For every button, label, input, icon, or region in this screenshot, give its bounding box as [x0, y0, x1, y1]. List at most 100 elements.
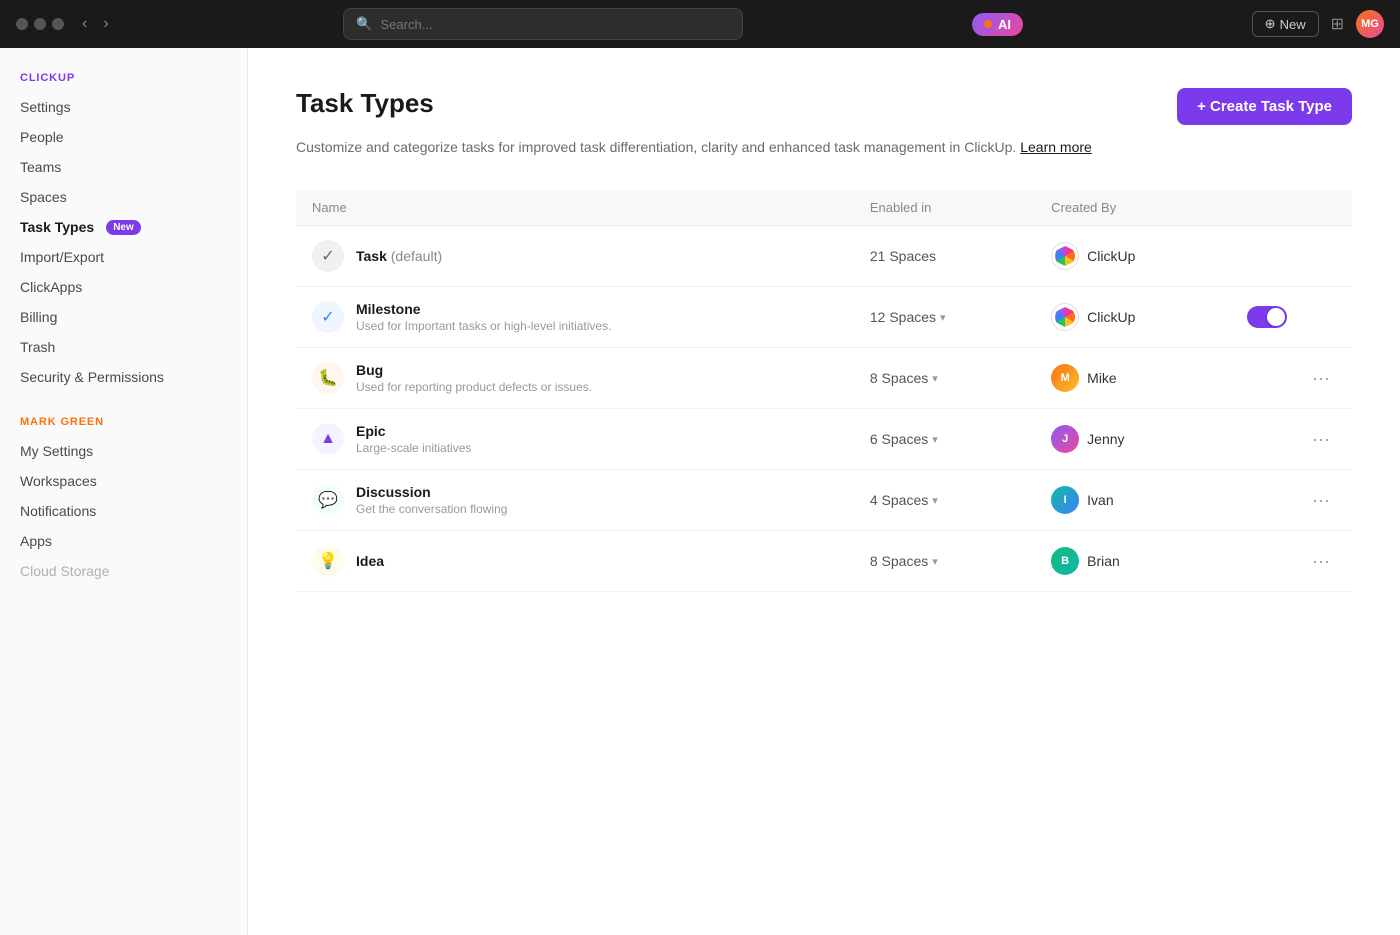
- chevron-down-icon[interactable]: ▾: [932, 494, 938, 507]
- spaces-count: 6 Spaces: [870, 431, 928, 447]
- notifications-label: Notifications: [20, 503, 96, 519]
- creator-name: Ivan: [1087, 492, 1113, 508]
- chevron-down-icon[interactable]: ▾: [932, 372, 938, 385]
- task-type-icon: 🐛: [312, 362, 344, 394]
- spaces-cell: 6 Spaces ▾: [854, 409, 1035, 470]
- chevron-down-icon[interactable]: ▾: [932, 433, 938, 446]
- sidebar-item-clickapps[interactable]: ClickApps: [0, 272, 247, 302]
- window-controls: [16, 18, 64, 30]
- table-row: 🐛 Bug Used for reporting product defects…: [296, 348, 1352, 409]
- content-header: Task Types + Create Task Type: [296, 88, 1352, 125]
- chevron-down-icon[interactable]: ▾: [932, 555, 938, 568]
- sidebar-item-trash[interactable]: Trash: [0, 332, 247, 362]
- more-options-button[interactable]: ···: [1306, 366, 1336, 391]
- task-type-name: Epic: [356, 423, 471, 439]
- col-created-by: Created By: [1035, 190, 1231, 226]
- creator-cell: B Brian: [1035, 531, 1231, 592]
- ai-button[interactable]: AI: [972, 13, 1023, 36]
- more-options-button[interactable]: ···: [1306, 549, 1336, 574]
- toggle-knob: [1267, 308, 1285, 326]
- ai-label: AI: [998, 17, 1011, 32]
- creator-name: ClickUp: [1087, 248, 1135, 264]
- sidebar-item-cloud-storage[interactable]: Cloud Storage: [0, 556, 247, 586]
- grid-icon[interactable]: ⊞: [1331, 14, 1344, 34]
- sidebar-item-notifications[interactable]: Notifications: [0, 496, 247, 526]
- task-type-icon: ✓: [312, 301, 344, 333]
- spaces-cell: 12 Spaces ▾: [854, 287, 1035, 348]
- nav-buttons: ‹ ›: [76, 13, 115, 35]
- sidebar: CLICKUP Settings People Teams Spaces Tas…: [0, 48, 248, 935]
- back-button[interactable]: ‹: [76, 13, 93, 35]
- learn-more-link[interactable]: Learn more: [1020, 139, 1092, 155]
- table-row: ▲ Epic Large-scale initiatives 6 Spaces …: [296, 409, 1352, 470]
- more-options-button[interactable]: ···: [1306, 427, 1336, 452]
- more-options-button[interactable]: ···: [1306, 488, 1336, 513]
- sidebar-item-people[interactable]: People: [0, 122, 247, 152]
- teams-label: Teams: [20, 159, 61, 175]
- clickapps-label: ClickApps: [20, 279, 82, 295]
- table-row: 💬 Discussion Get the conversation flowin…: [296, 470, 1352, 531]
- search-input[interactable]: [381, 17, 731, 32]
- sidebar-item-billing[interactable]: Billing: [0, 302, 247, 332]
- mark-section-title: MARK GREEN: [0, 416, 247, 436]
- sidebar-item-import-export[interactable]: Import/Export: [0, 242, 247, 272]
- creator-cell: I Ivan: [1035, 470, 1231, 531]
- creator-name: Brian: [1087, 553, 1120, 569]
- action-cell: ···: [1231, 470, 1352, 531]
- task-type-name: Milestone: [356, 301, 611, 317]
- page-title: Task Types: [296, 88, 434, 119]
- table-row: 💡 Idea 8 Spaces ▾: [296, 531, 1352, 592]
- clickup-logo: [1051, 242, 1079, 270]
- task-type-desc: Large-scale initiatives: [356, 441, 471, 455]
- task-type-icon: ✓: [312, 240, 344, 272]
- user-avatar[interactable]: MG: [1356, 10, 1384, 38]
- creator-name: Jenny: [1087, 431, 1124, 447]
- new-button[interactable]: ⊕ New: [1252, 11, 1319, 37]
- task-type-default: (default): [391, 248, 442, 264]
- topbar: ‹ › 🔍 AI ⊕ New ⊞ MG: [0, 0, 1400, 48]
- task-type-name: Idea: [356, 553, 384, 569]
- col-name: Name: [296, 190, 854, 226]
- name-cell: ✓ Task (default): [296, 226, 854, 287]
- task-type-desc: Used for Important tasks or high-level i…: [356, 319, 611, 333]
- spaces-count: 12 Spaces: [870, 309, 936, 325]
- spaces-count: 8 Spaces: [870, 370, 928, 386]
- new-plus-icon: ⊕: [1265, 16, 1276, 32]
- action-cell: ···: [1231, 531, 1352, 592]
- content-area: Task Types + Create Task Type Customize …: [248, 48, 1400, 935]
- sidebar-item-spaces[interactable]: Spaces: [0, 182, 247, 212]
- task-type-name: Bug: [356, 362, 592, 378]
- creator-cell: ClickUp: [1035, 287, 1231, 348]
- chevron-down-icon[interactable]: ▾: [940, 311, 946, 324]
- people-label: People: [20, 129, 64, 145]
- task-type-desc: Get the conversation flowing: [356, 502, 507, 516]
- sidebar-item-task-types[interactable]: Task Types New: [0, 212, 247, 242]
- action-cell: [1231, 226, 1352, 287]
- create-task-type-button[interactable]: + Create Task Type: [1177, 88, 1352, 125]
- creator-cell: ClickUp: [1035, 226, 1231, 287]
- trash-label: Trash: [20, 339, 55, 355]
- sidebar-item-my-settings[interactable]: My Settings: [0, 436, 247, 466]
- toggle-switch[interactable]: [1247, 306, 1287, 328]
- spaces-label: Spaces: [20, 189, 67, 205]
- task-type-name: Task: [356, 248, 387, 264]
- creator-name: Mike: [1087, 370, 1117, 386]
- sidebar-item-apps[interactable]: Apps: [0, 526, 247, 556]
- sidebar-item-settings[interactable]: Settings: [0, 92, 247, 122]
- new-badge: New: [106, 220, 141, 235]
- creator-avatar: I: [1051, 486, 1079, 514]
- apps-label: Apps: [20, 533, 52, 549]
- clickup-logo: [1051, 303, 1079, 331]
- search-icon: 🔍: [356, 16, 372, 32]
- clickup-logo-inner: [1055, 307, 1075, 327]
- sidebar-item-security[interactable]: Security & Permissions: [0, 362, 247, 392]
- search-bar: 🔍: [343, 8, 743, 40]
- task-type-icon: 💬: [312, 484, 344, 516]
- creator-avatar: M: [1051, 364, 1079, 392]
- forward-button[interactable]: ›: [97, 13, 114, 35]
- sidebar-item-teams[interactable]: Teams: [0, 152, 247, 182]
- task-type-name: Discussion: [356, 484, 507, 500]
- cloud-storage-label: Cloud Storage: [20, 563, 110, 579]
- sidebar-item-workspaces[interactable]: Workspaces: [0, 466, 247, 496]
- spaces-cell: 8 Spaces ▾: [854, 348, 1035, 409]
